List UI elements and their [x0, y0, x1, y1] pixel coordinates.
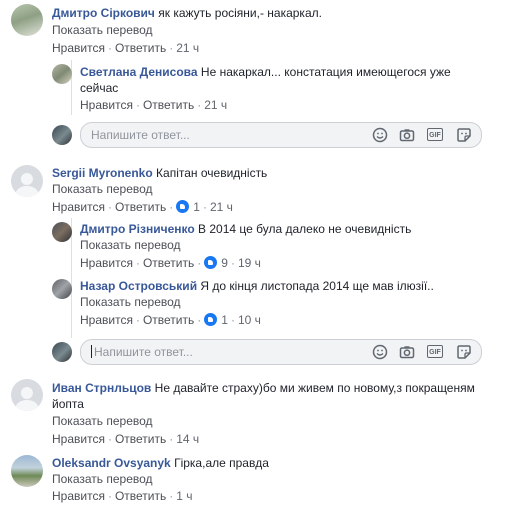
- comment-author[interactable]: Дмитро Сіркович: [52, 6, 155, 20]
- my-avatar: [52, 342, 72, 362]
- avatar[interactable]: [11, 455, 43, 487]
- reply-text: Я до кінця листопада 2014 ще мав ілюзії.…: [200, 279, 434, 293]
- like-count[interactable]: 1: [193, 200, 200, 214]
- timestamp[interactable]: 21 ч: [176, 41, 199, 55]
- avatar[interactable]: [11, 165, 43, 197]
- timestamp[interactable]: 10 ч: [238, 313, 261, 327]
- gif-icon[interactable]: GIF: [427, 345, 443, 358]
- translate-link[interactable]: Показать перевод: [52, 413, 153, 429]
- camera-icon[interactable]: [399, 344, 415, 360]
- translate-link[interactable]: Показать перевод: [80, 294, 181, 310]
- reply-link[interactable]: Ответить: [143, 313, 194, 327]
- translate-link[interactable]: Показать перевод: [52, 181, 153, 197]
- reply-link[interactable]: Ответить: [115, 41, 166, 55]
- avatar[interactable]: [52, 64, 72, 84]
- emoji-icon[interactable]: [372, 344, 388, 360]
- comment-text: як кажуть росіяни,- накаркал.: [158, 6, 322, 20]
- like-link[interactable]: Нравится: [52, 432, 105, 446]
- reply-placeholder: Напишите ответ...: [94, 345, 193, 359]
- sticker-icon[interactable]: [456, 127, 472, 143]
- timestamp[interactable]: 1 ч: [176, 489, 192, 503]
- timestamp[interactable]: 19 ч: [238, 256, 261, 270]
- like-link[interactable]: Нравится: [52, 41, 105, 55]
- comment-text: Гірка,але правда: [174, 456, 269, 470]
- timestamp[interactable]: 21 ч: [204, 98, 227, 112]
- reply-placeholder: Напишите ответ...: [91, 128, 190, 142]
- comment-author[interactable]: Oleksandr Ovsyanyk: [52, 456, 171, 470]
- like-reaction-icon[interactable]: [204, 313, 218, 326]
- like-reaction-icon[interactable]: [204, 256, 218, 269]
- sticker-icon[interactable]: [456, 344, 472, 360]
- reply-author[interactable]: Светлана Денисова: [80, 65, 198, 79]
- comment-text-continued: йопта: [52, 397, 84, 411]
- comment-text: Не давайте страху)бо ми живем по новому,…: [154, 381, 475, 395]
- emoji-icon[interactable]: [372, 127, 388, 143]
- like-link[interactable]: Нравится: [80, 313, 133, 327]
- like-link[interactable]: Нравится: [52, 200, 105, 214]
- like-count[interactable]: 1: [221, 313, 228, 327]
- reply-link[interactable]: Ответить: [115, 200, 166, 214]
- reply-text: Не накаркал... констатация имеющегося уж…: [200, 65, 451, 79]
- like-reaction-icon[interactable]: [176, 200, 190, 213]
- translate-link[interactable]: Показать перевод: [52, 22, 153, 38]
- translate-link[interactable]: Показать перевод: [80, 237, 181, 253]
- gif-icon[interactable]: GIF: [427, 128, 443, 141]
- like-link[interactable]: Нравится: [52, 489, 105, 503]
- like-count[interactable]: 9: [221, 256, 228, 270]
- reply-link[interactable]: Ответить: [143, 256, 194, 270]
- reply-text-continued: сейчас: [80, 81, 119, 95]
- avatar[interactable]: [52, 222, 72, 242]
- reply-input[interactable]: Напишите ответ... GIF: [80, 122, 482, 148]
- thread-line: [71, 60, 72, 115]
- reply-link[interactable]: Ответить: [143, 98, 194, 112]
- camera-icon[interactable]: [399, 127, 415, 143]
- my-avatar: [52, 125, 72, 145]
- comment-text: Капітан очевидність: [156, 166, 268, 180]
- avatar[interactable]: [52, 279, 72, 299]
- reply-text: В 2014 це була далеко не очевидність: [198, 222, 412, 236]
- reply-author[interactable]: Дмитро Різниченко: [80, 222, 195, 236]
- reply-link[interactable]: Ответить: [115, 489, 166, 503]
- comment-author[interactable]: Sergii Myronenko: [52, 166, 153, 180]
- timestamp[interactable]: 21 ч: [210, 200, 233, 214]
- translate-link[interactable]: Показать перевод: [52, 471, 153, 487]
- timestamp[interactable]: 14 ч: [176, 432, 199, 446]
- like-link[interactable]: Нравится: [80, 256, 133, 270]
- comment-author[interactable]: Иван Стрнльцов: [52, 381, 151, 395]
- text-caret: [91, 345, 92, 358]
- avatar[interactable]: [11, 379, 43, 411]
- avatar[interactable]: [11, 4, 43, 36]
- reply-input[interactable]: Напишите ответ... GIF: [80, 339, 482, 365]
- reply-link[interactable]: Ответить: [115, 432, 166, 446]
- reply-author[interactable]: Назар Островський: [80, 279, 197, 293]
- like-link[interactable]: Нравится: [80, 98, 133, 112]
